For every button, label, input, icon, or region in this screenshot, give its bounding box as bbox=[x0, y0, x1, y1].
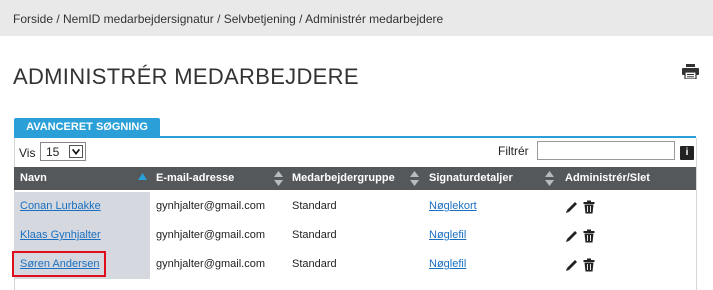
sort-asc-icon[interactable] bbox=[138, 170, 147, 187]
trash-icon[interactable] bbox=[582, 258, 596, 272]
page-size-value: 15 bbox=[46, 145, 60, 159]
signature-link[interactable]: Nøglefil bbox=[429, 229, 466, 241]
printer-icon[interactable] bbox=[682, 64, 699, 79]
pencil-icon[interactable] bbox=[565, 258, 579, 272]
page-size-select[interactable]: 15 bbox=[40, 142, 86, 161]
show-label: Vis bbox=[19, 146, 36, 160]
page-title: ADMINISTRÉR MEDARBEJDERE bbox=[13, 64, 359, 89]
trash-icon[interactable] bbox=[582, 229, 596, 243]
pencil-icon[interactable] bbox=[565, 200, 579, 214]
column-header-admin: Administrér/Slet bbox=[565, 172, 650, 184]
email-cell: gynhjalter@gmail.com bbox=[156, 200, 265, 212]
employee-name-link[interactable]: Klaas Gynhjalter bbox=[20, 229, 101, 241]
sort-both-icon[interactable] bbox=[410, 170, 419, 187]
email-cell: gynhjalter@gmail.com bbox=[156, 229, 265, 241]
group-cell: Standard bbox=[292, 258, 337, 270]
info-icon[interactable]: i bbox=[680, 146, 694, 160]
trash-icon[interactable] bbox=[582, 200, 596, 214]
column-header-group[interactable]: Medarbejdergruppe bbox=[292, 167, 395, 190]
group-cell: Standard bbox=[292, 200, 337, 212]
breadcrumb-bar: Forside / NemID medarbejdersignatur / Se… bbox=[0, 0, 713, 36]
employee-name-link[interactable]: Conan Lurbakke bbox=[20, 200, 101, 212]
filter-input[interactable] bbox=[537, 141, 675, 160]
chevron-down-icon bbox=[69, 145, 83, 158]
table-row: Søren Andersen gynhjalter@gmail.com Stan… bbox=[14, 250, 696, 279]
signature-link[interactable]: Nøglefil bbox=[429, 258, 466, 270]
table-row: Conan Lurbakke gynhjalter@gmail.com Stan… bbox=[14, 192, 696, 221]
pencil-icon[interactable] bbox=[565, 229, 579, 243]
advanced-search-tab[interactable]: AVANCERET SØGNING bbox=[14, 118, 160, 137]
signature-link[interactable]: Nøglekort bbox=[429, 200, 477, 212]
filter-label: Filtrér bbox=[498, 144, 529, 158]
table-row: Klaas Gynhjalter gynhjalter@gmail.com St… bbox=[14, 221, 696, 250]
column-header-name[interactable]: Navn bbox=[20, 167, 47, 190]
sort-both-icon[interactable] bbox=[545, 170, 554, 187]
column-header-signature[interactable]: Signaturdetaljer bbox=[429, 167, 513, 190]
email-cell: gynhjalter@gmail.com bbox=[156, 258, 265, 270]
sort-both-icon[interactable] bbox=[274, 170, 283, 187]
breadcrumb: Forside / NemID medarbejdersignatur / Se… bbox=[13, 12, 444, 26]
highlight-box bbox=[12, 251, 106, 277]
column-header-email[interactable]: E-mail-adresse bbox=[156, 167, 234, 190]
group-cell: Standard bbox=[292, 229, 337, 241]
table-header: Navn E-mail-adresse Medarbejdergruppe Si… bbox=[14, 167, 696, 190]
